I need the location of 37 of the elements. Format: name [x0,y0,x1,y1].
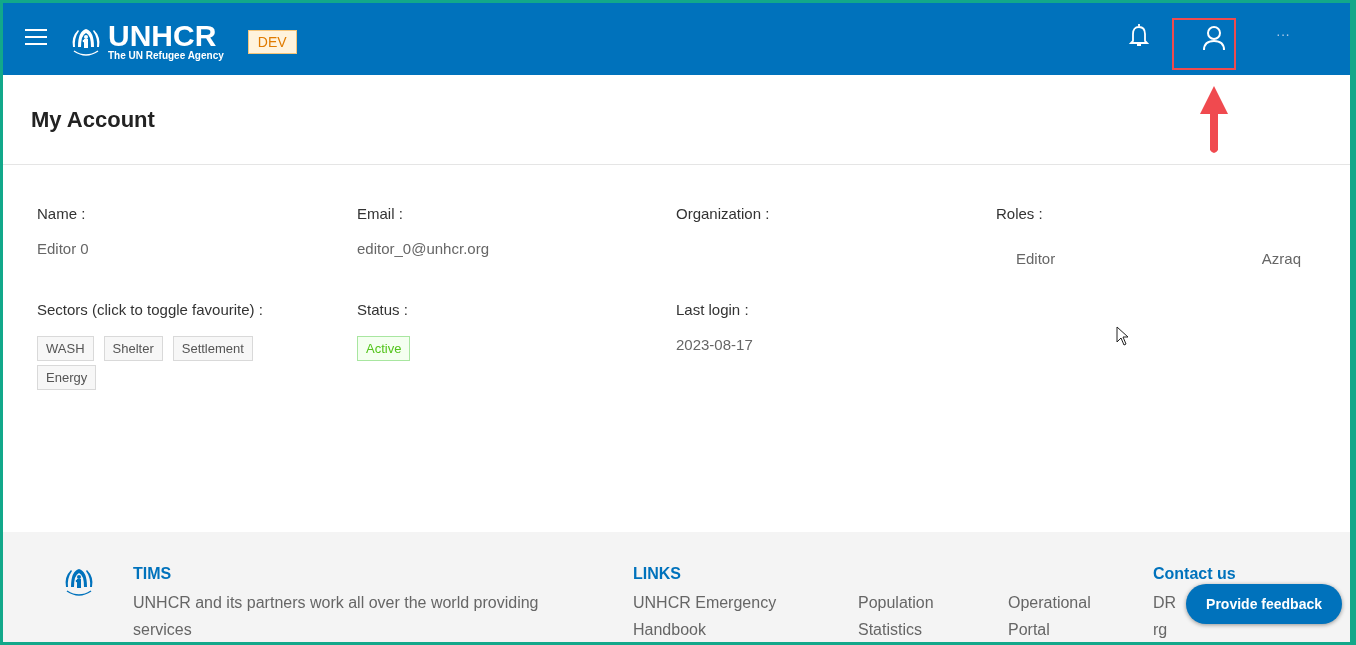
sector-tag[interactable]: Settlement [172,336,253,361]
annotation-arrow [1197,84,1231,156]
footer-text: UNHCR and its partners work all over the world providing services [133,593,540,640]
notification-icon[interactable] [1128,22,1150,48]
account-icon[interactable] [1202,25,1226,51]
footer-heading: Contact us [1153,565,1236,583]
role-location: Azraq [1261,250,1301,267]
sector-tag[interactable]: Shelter [103,336,163,361]
field-label: Roles : [996,205,1044,222]
field-label: Name : [37,205,87,222]
field-label: Status : [357,301,409,318]
field-label: Last login : [676,301,750,318]
field-value: 2023-08-17 [676,336,754,353]
more-button[interactable]: ··· [1276,26,1290,42]
cursor-icon [1116,326,1130,346]
contact-text: DR [1153,593,1177,613]
contact-text: rg [1153,620,1168,640]
sector-tag[interactable]: WASH [37,336,94,361]
footer-link[interactable]: Operational Portal [1008,589,1128,642]
footer-link[interactable]: Population Statistics [858,589,978,642]
field-label: Sectors (click to toggle favourite) : [37,301,264,318]
footer-heading: LINKS [633,565,682,583]
brand-name: UNHCR [108,22,217,50]
brand-tagline: The UN Refugee Agency [108,50,224,62]
menu-icon[interactable] [24,27,48,47]
environment-badge: DEV [247,30,297,54]
page-title: My Account [31,106,155,133]
field-value: editor_0@unhcr.org [357,240,490,257]
role-name: Editor [1016,250,1056,267]
field-value: Editor 0 [37,240,90,257]
field-label: Email : [357,205,404,222]
footer-link[interactable]: UNHCR Emergency Handbook [633,589,828,642]
sector-tag[interactable]: Energy [37,365,97,390]
footer-heading: TIMS [133,565,173,583]
field-label: Organization : [676,205,771,222]
feedback-button[interactable]: Provide feedback [1186,584,1342,624]
status-tag: Active [357,336,411,361]
